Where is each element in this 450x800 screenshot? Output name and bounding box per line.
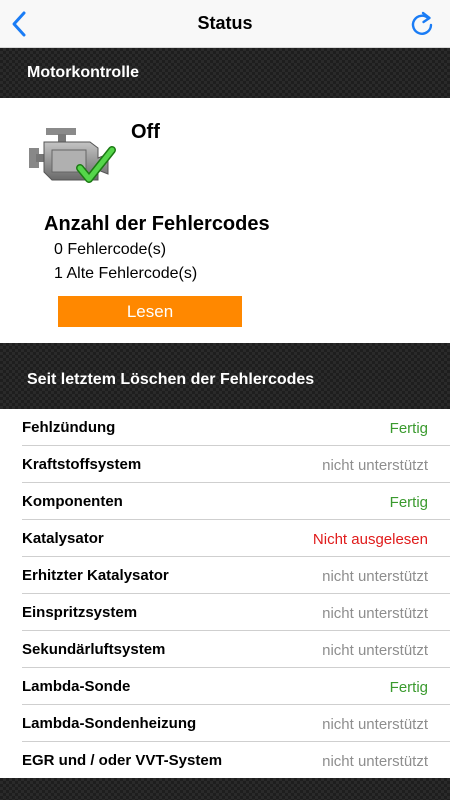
monitor-status: nicht unterstützt — [322, 716, 428, 733]
monitor-status: Nicht ausgelesen — [312, 531, 428, 548]
monitor-row: Sekundärluftsystem nicht unterstützt — [22, 631, 450, 668]
monitor-name: Lambda-Sonde — [22, 678, 131, 695]
monitor-row: Erhitzter Katalysator nicht unterstützt — [22, 557, 450, 594]
monitor-name: Katalysator — [22, 530, 104, 547]
engine-check-header: Motorkontrolle — [0, 48, 450, 98]
check-engine-ok-icon — [26, 124, 118, 190]
monitor-row: Komponenten Fertig — [22, 483, 450, 520]
monitor-row: EGR und / oder VVT-System nicht unterstüt… — [22, 742, 450, 779]
monitor-status: nicht unterstützt — [322, 568, 428, 585]
current-codes-count: 0 Fehlercode(s) — [54, 241, 167, 258]
monitor-row: Einspritzsystem nicht unterstützt — [22, 594, 450, 631]
mil-status: Off — [131, 121, 160, 143]
monitor-name: Lambda-Sondenheizung — [22, 715, 197, 732]
monitor-name: EGR und / oder VVT-System — [22, 752, 223, 769]
monitor-name: Kraftstoffsystem — [22, 456, 142, 473]
monitor-row: Fehlzündung Fertig — [22, 409, 450, 446]
monitor-status: nicht unterstützt — [322, 457, 428, 474]
monitor-name: Sekundärluftsystem — [22, 641, 166, 658]
monitor-row: Lambda-Sondenheizung nicht unterstützt — [22, 705, 450, 742]
navigation-bar: Status — [0, 0, 450, 48]
monitor-name: Fehlzündung — [22, 419, 116, 436]
monitor-status: nicht unterstützt — [322, 753, 428, 770]
monitor-name: Erhitzter Katalysator — [22, 567, 169, 584]
monitor-row: Lambda-Sonde Fertig — [22, 668, 450, 705]
monitor-row: Katalysator Nicht ausgelesen — [22, 520, 450, 557]
read-codes-button[interactable]: Lesen — [58, 296, 242, 327]
monitor-status: Fertig — [389, 679, 428, 696]
refresh-icon[interactable] — [408, 10, 436, 38]
monitor-status: nicht unterstützt — [322, 605, 428, 622]
monitor-status: Fertig — [389, 420, 428, 437]
monitor-status: Fertig — [389, 494, 428, 511]
monitor-status: nicht unterstützt — [322, 642, 428, 659]
monitor-name: Einspritzsystem — [22, 604, 138, 621]
page-title: Status — [197, 13, 253, 33]
monitor-row: Kraftstoffsystem nicht unterstützt — [22, 446, 450, 483]
footer-strip — [0, 778, 450, 800]
monitor-list: Fehlzündung Fertig Kraftstoffsystem nicht u… — [0, 409, 450, 779]
monitors-header: Seit letztem Löschen der Fehlercodes — [0, 343, 450, 409]
old-codes-count: 1 Alte Fehlercode(s) — [54, 265, 198, 282]
monitor-name: Komponenten — [22, 493, 123, 510]
codes-title: Anzahl der Fehlercodes — [44, 213, 270, 235]
